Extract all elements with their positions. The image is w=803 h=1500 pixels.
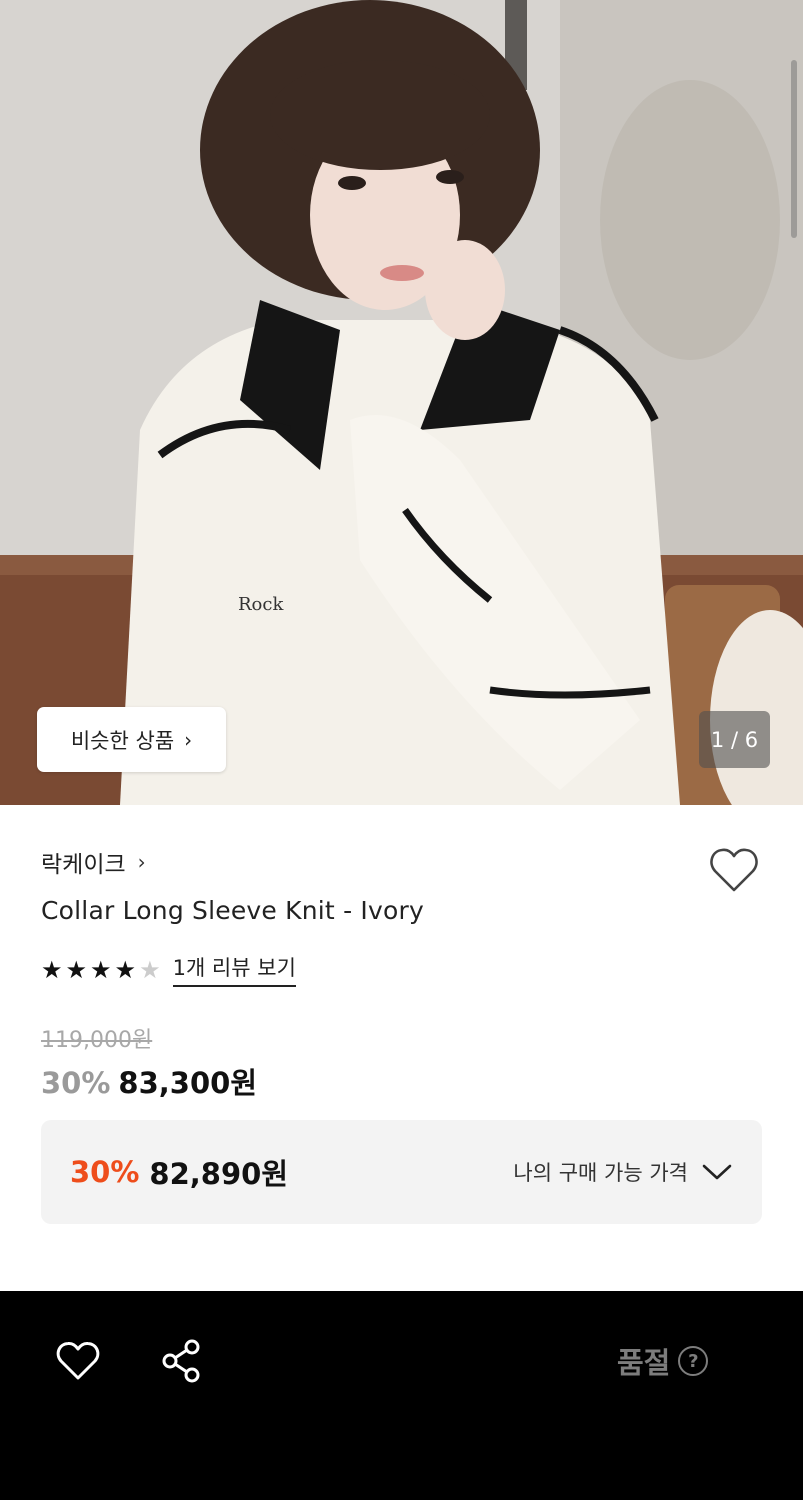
product-photo: Rock [0,0,803,805]
my-price-label: 나의 구매 가능 가격 [513,1161,688,1185]
product-image-gallery[interactable]: Rock 비슷한 상품 › 1 / 6 [0,0,803,805]
rating-row: ★ ★ ★ ★ ★ 1개 리뷰 보기 [41,952,296,987]
star-filled-icon: ★ [114,955,137,984]
bottom-action-bar [0,1291,803,1500]
sold-out-label: 품절 [617,1346,671,1380]
discount-rate: 30% [41,1066,111,1100]
my-price-panel[interactable]: 30% 82,890원 나의 구매 가능 가격 [41,1120,762,1224]
sold-out-status: 품절 ? [617,1340,709,1382]
chevron-right-icon: › [137,850,146,874]
my-price-amount: 82,890원 [149,1157,289,1191]
view-reviews-link[interactable]: 1개 리뷰 보기 [172,952,296,987]
star-filled-icon: ★ [65,955,88,984]
brand-link[interactable]: 락케이크 › [41,845,146,879]
original-price: 119,000원 [41,1028,153,1053]
sale-price-row: 30% 83,300원 [41,1060,257,1102]
similar-products-button[interactable]: 비슷한 상품 › [37,707,226,772]
heart-icon[interactable] [56,1341,100,1381]
star-rating: ★ ★ ★ ★ ★ [41,958,161,982]
chevron-down-icon [702,1164,732,1180]
similar-products-label: 비슷한 상품 [70,728,175,753]
star-filled-icon: ★ [41,955,63,984]
product-title: Collar Long Sleeve Knit - Ivory [41,896,424,925]
wishlist-heart-icon[interactable] [709,846,759,894]
help-icon[interactable]: ? [678,1346,709,1376]
svg-text:Rock: Rock [238,594,284,615]
page-scrollbar[interactable] [791,60,797,238]
brand-name: 락케이크 [41,852,126,878]
my-price-toggle[interactable]: 나의 구매 가능 가격 [513,1157,732,1187]
star-filled-icon: ★ [90,955,112,984]
star-empty-icon: ★ [139,955,161,984]
sale-price: 83,300원 [118,1066,258,1100]
chevron-right-icon: › [184,727,193,752]
share-icon[interactable] [160,1339,204,1383]
image-counter: 1 / 6 [699,711,770,768]
my-discount-rate: 30% [70,1155,140,1189]
